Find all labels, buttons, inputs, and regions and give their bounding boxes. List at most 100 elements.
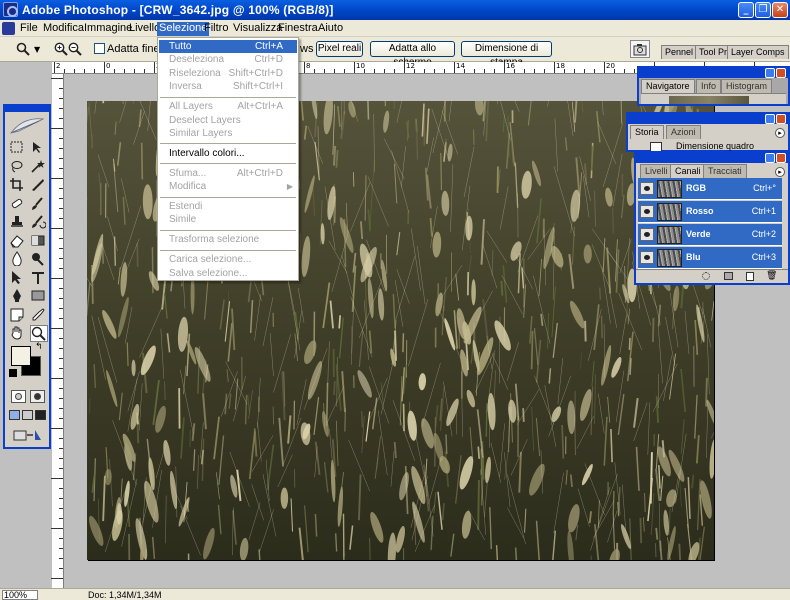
channels-menu-icon[interactable]: ▸ bbox=[775, 167, 785, 177]
file-browser-icon[interactable] bbox=[630, 40, 650, 58]
history-minimize-icon[interactable] bbox=[765, 114, 775, 124]
visibility-eye-icon[interactable] bbox=[640, 228, 654, 241]
eyedropper-icon[interactable] bbox=[30, 307, 48, 324]
zoom-tool-icon[interactable] bbox=[16, 42, 30, 56]
menu-item-riseleziona[interactable]: Riseleziona Shift+Ctrl+D bbox=[159, 67, 297, 80]
menu-item-intervallo-colori[interactable]: Intervallo colori... bbox=[159, 147, 297, 160]
minimize-button[interactable]: _ bbox=[738, 2, 754, 18]
history-palette-titlebar[interactable] bbox=[628, 114, 788, 124]
visibility-eye-icon[interactable] bbox=[640, 182, 654, 195]
menu-item-salva-selezione[interactable]: Salva selezione... bbox=[159, 267, 297, 280]
channel-row-blu[interactable]: Blu Ctrl+3 bbox=[638, 247, 782, 269]
menu-item-carica-selezione[interactable]: Carica selezione... bbox=[159, 253, 297, 266]
marquee-icon[interactable] bbox=[9, 140, 27, 157]
delete-channel-icon[interactable]: 🗑 bbox=[766, 271, 777, 281]
move-icon[interactable] bbox=[30, 140, 48, 157]
channels-close-icon[interactable] bbox=[776, 153, 786, 163]
zoom-level-field[interactable]: 100% bbox=[2, 590, 38, 600]
tool-preset-dropdown-icon[interactable]: ▼ bbox=[34, 45, 48, 59]
menu-item-simile[interactable]: Simile bbox=[159, 213, 297, 226]
fit-on-screen-button[interactable]: Adatta allo schermo bbox=[370, 41, 455, 68]
menu-item-trasforma-selezione[interactable]: Trasforma selezione bbox=[159, 233, 297, 246]
full-screen-menu-mode-icon[interactable] bbox=[22, 410, 33, 420]
default-colors-icon[interactable] bbox=[9, 369, 17, 377]
foreground-color-swatch-front[interactable] bbox=[11, 346, 31, 366]
navigator-palette-titlebar[interactable] bbox=[639, 68, 788, 78]
hand-icon[interactable] bbox=[9, 325, 27, 342]
tab-info[interactable]: Info bbox=[696, 79, 722, 93]
menu-item-tutto[interactable]: Tutto Ctrl+A bbox=[159, 40, 297, 53]
toolbox-titlebar[interactable] bbox=[5, 106, 49, 112]
standard-screen-mode-icon[interactable] bbox=[9, 410, 20, 420]
print-size-button[interactable]: Dimensione di stampa bbox=[461, 41, 552, 68]
tab-tracciati[interactable]: Tracciati bbox=[703, 164, 747, 178]
navigator-preview[interactable] bbox=[669, 96, 749, 104]
dodge-icon[interactable] bbox=[30, 251, 48, 268]
visibility-eye-icon[interactable] bbox=[640, 251, 654, 264]
clone-stamp-icon[interactable] bbox=[9, 214, 27, 231]
path-select-icon[interactable] bbox=[9, 270, 27, 287]
menu-item-estendi[interactable]: Estendi bbox=[159, 200, 297, 213]
channels-palette-titlebar[interactable] bbox=[636, 153, 788, 163]
swap-colors-icon[interactable]: ↰ bbox=[35, 342, 43, 352]
load-channel-as-selection-icon[interactable] bbox=[702, 272, 710, 280]
type-icon[interactable] bbox=[30, 270, 48, 287]
brush-icon[interactable] bbox=[30, 196, 48, 213]
navigator-close-icon[interactable] bbox=[776, 68, 786, 78]
channel-row-rosso[interactable]: Rosso Ctrl+1 bbox=[638, 201, 782, 223]
quick-mask-icon[interactable] bbox=[30, 390, 45, 403]
palette-well-tab-layer-comps[interactable]: Layer Comps bbox=[727, 45, 789, 59]
photoshop-app-icon[interactable] bbox=[3, 2, 18, 17]
slice-icon[interactable] bbox=[30, 177, 48, 194]
menu-item-deseleziona[interactable]: Deseleziona Ctrl+D bbox=[159, 53, 297, 66]
crop-icon[interactable] bbox=[9, 177, 27, 194]
menu-item-all-layers[interactable]: All Layers Alt+Ctrl+A bbox=[159, 100, 297, 113]
blur-icon[interactable] bbox=[9, 251, 27, 268]
history-brush-icon[interactable] bbox=[30, 214, 48, 231]
zoom-out-icon[interactable] bbox=[68, 42, 82, 56]
visibility-eye-icon[interactable] bbox=[640, 205, 654, 218]
close-button[interactable]: ✕ bbox=[772, 2, 788, 18]
menu-item-similar-layers[interactable]: Similar Layers bbox=[159, 127, 297, 140]
navigator-minimize-icon[interactable] bbox=[765, 68, 775, 78]
menu-file[interactable]: File bbox=[18, 22, 40, 36]
restore-button[interactable]: ❐ bbox=[755, 2, 771, 18]
channels-minimize-icon[interactable] bbox=[765, 153, 775, 163]
pen-icon[interactable] bbox=[9, 288, 27, 305]
rectangle-icon[interactable] bbox=[30, 288, 48, 305]
save-selection-as-channel-icon[interactable] bbox=[724, 272, 733, 280]
tab-histogram[interactable]: Histogram bbox=[721, 79, 773, 93]
menu-modifica[interactable]: Modifica bbox=[41, 22, 86, 36]
menu-aiuto[interactable]: Aiuto bbox=[316, 22, 345, 36]
zoom-in-icon[interactable] bbox=[54, 42, 68, 56]
tab-azioni[interactable]: Azioni bbox=[666, 125, 701, 139]
menu-item-deselect-layers[interactable]: Deselect Layers bbox=[159, 114, 297, 127]
palette-well-tab-tool-presets[interactable]: Tool Pr bbox=[695, 45, 732, 59]
history-close-icon[interactable] bbox=[776, 114, 786, 124]
palette-well-tab-brushes[interactable]: Pennel bbox=[661, 45, 698, 59]
imageready-icon[interactable] bbox=[13, 428, 43, 442]
tab-storia[interactable]: Storia bbox=[630, 125, 664, 139]
history-menu-icon[interactable]: ▸ bbox=[775, 128, 785, 138]
zoom-icon[interactable] bbox=[30, 325, 48, 342]
fit-windows-checkbox[interactable] bbox=[94, 43, 105, 54]
healing-brush-icon[interactable] bbox=[9, 196, 27, 213]
eraser-icon[interactable] bbox=[9, 233, 27, 250]
new-channel-icon[interactable] bbox=[746, 272, 754, 281]
channel-row-rgb[interactable]: RGB Ctrl+° bbox=[638, 178, 782, 200]
standard-mode-icon[interactable] bbox=[11, 390, 26, 403]
adobe-feather-icon[interactable] bbox=[9, 115, 47, 137]
menu-finestra[interactable]: Finestra bbox=[276, 22, 320, 36]
menu-item-sfuma[interactable]: Sfuma... Alt+Ctrl+D bbox=[159, 167, 297, 180]
menu-item-inversa[interactable]: Inversa Shift+Ctrl+I bbox=[159, 80, 297, 93]
lasso-icon[interactable] bbox=[9, 159, 27, 176]
menu-item-modifica[interactable]: Modifica ▶ bbox=[159, 180, 297, 193]
full-screen-mode-icon[interactable] bbox=[35, 410, 46, 420]
tab-navigatore[interactable]: Navigatore bbox=[641, 79, 695, 93]
actual-pixels-button[interactable]: Pixel reali bbox=[316, 41, 363, 57]
tab-livelli[interactable]: Livelli bbox=[640, 164, 673, 178]
document-icon[interactable] bbox=[2, 22, 15, 35]
history-item[interactable]: Dimensione quadro bbox=[676, 141, 754, 151]
magic-wand-icon[interactable] bbox=[30, 159, 48, 176]
gradient-icon[interactable] bbox=[30, 233, 48, 250]
